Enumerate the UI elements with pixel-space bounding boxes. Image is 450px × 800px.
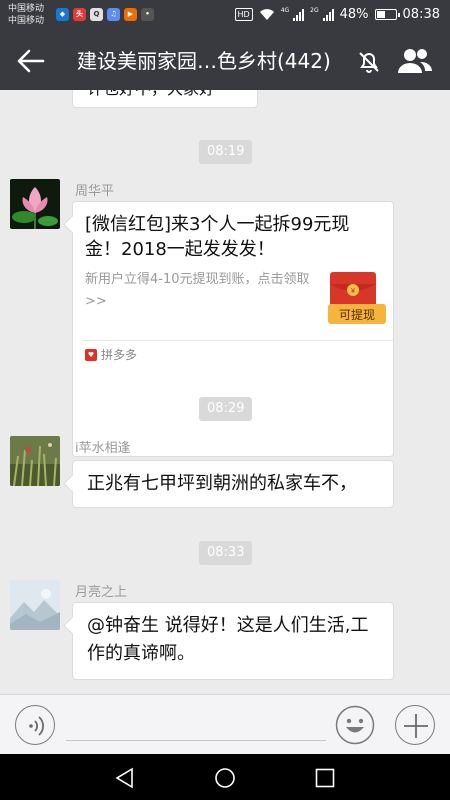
network-tag-2: 2G bbox=[310, 7, 319, 14]
battery-percent: 48% bbox=[339, 7, 369, 22]
input-bar bbox=[0, 694, 450, 754]
status-right: HD 4G 2G 48% 08:38 bbox=[234, 7, 440, 22]
toutiao-icon: 头 bbox=[73, 8, 86, 21]
redpack-label: 可提现 bbox=[338, 308, 375, 322]
chat-header: 建设美丽家园…色乡村(442) bbox=[0, 32, 450, 90]
kuaishou-icon: • bbox=[141, 8, 154, 21]
wifi-icon bbox=[259, 8, 274, 20]
svg-text:¥: ¥ bbox=[351, 287, 356, 295]
timestamp: 08:29 bbox=[199, 397, 253, 421]
clock: 08:38 bbox=[402, 7, 440, 22]
emoji-button-icon[interactable] bbox=[335, 705, 375, 745]
card-source-label: 拼多多 bbox=[101, 348, 138, 362]
video-icon: ▶ bbox=[124, 8, 137, 21]
mute-bell-icon bbox=[359, 52, 379, 73]
signal-icon-1 bbox=[293, 8, 305, 21]
status-bar: 中国移动 中国移动 ◆ 头 Q ♫ ▶ • HD 4G 2G 48% 08:38 bbox=[0, 0, 450, 32]
message-bubble[interactable]: 许也好不，大家好 bbox=[72, 90, 258, 108]
uc-icon: Q bbox=[90, 8, 103, 21]
nav-recents-icon[interactable] bbox=[313, 766, 337, 790]
card-description: 新用户立得4-10元提现到账，点击领取>> bbox=[85, 272, 310, 309]
sender-name: 周华平 bbox=[75, 184, 115, 199]
group-members-icon[interactable] bbox=[396, 46, 434, 76]
card-divider bbox=[83, 340, 393, 341]
message-bubble[interactable]: @钟奋生 说得好！这是人们生活,工作的真谛啊。 bbox=[72, 602, 394, 680]
battery-icon bbox=[374, 9, 400, 20]
system-nav-bar bbox=[0, 754, 450, 800]
notification-icons: ◆ 头 Q ♫ ▶ • bbox=[56, 8, 154, 21]
carrier-2: 中国移动 bbox=[8, 16, 45, 26]
music-icon: ♫ bbox=[107, 8, 120, 21]
pinduoduo-icon: ♥ bbox=[85, 348, 97, 361]
voice-icon bbox=[29, 716, 44, 736]
more-options-button[interactable] bbox=[395, 705, 435, 745]
weibo-icon: ◆ bbox=[56, 8, 69, 21]
carrier-1: 中国移动 bbox=[8, 4, 45, 14]
network-tag-1: 4G bbox=[280, 7, 290, 14]
avatar[interactable] bbox=[10, 580, 60, 630]
avatar[interactable] bbox=[10, 436, 60, 486]
nav-home-icon[interactable] bbox=[213, 766, 237, 790]
message-text: 许也好不，大家好 bbox=[87, 90, 215, 99]
landscape-avatar-image bbox=[10, 580, 60, 630]
card-title: [微信红包]来3个人一起拆99元现金！2018一起发发发！ bbox=[85, 214, 350, 260]
sender-name: i苹水相逢 bbox=[75, 441, 131, 456]
nav-back-icon[interactable] bbox=[113, 766, 137, 790]
voice-input-button[interactable] bbox=[15, 705, 55, 745]
message-text: 正兆有七甲坪到朝洲的私家车不， bbox=[87, 473, 357, 494]
back-arrow-icon[interactable] bbox=[14, 46, 48, 76]
grass-avatar-image bbox=[10, 436, 60, 486]
card-source: ♥ 拼多多 bbox=[85, 346, 137, 363]
plus-icon bbox=[404, 714, 428, 738]
avatar[interactable] bbox=[10, 179, 60, 229]
lotus-avatar-image bbox=[10, 179, 60, 229]
signal-icon-2 bbox=[322, 8, 334, 21]
timestamp: 08:33 bbox=[199, 541, 253, 565]
message-bubble[interactable]: 正兆有七甲坪到朝洲的私家车不， bbox=[72, 460, 394, 508]
message-input[interactable] bbox=[66, 707, 326, 741]
timestamp: 08:19 bbox=[199, 140, 253, 164]
chat-title: 建设美丽家园…色乡村(442) bbox=[77, 49, 331, 73]
carrier-info: 中国移动 中国移动 bbox=[8, 3, 44, 27]
chat-area[interactable]: 许也好不，大家好 08:19 周华平 [微信红包]来3个人一起拆99元现金！20… bbox=[0, 90, 450, 694]
hd-icon: HD bbox=[234, 8, 253, 21]
message-text: @钟奋生 说得好！这是人们生活,工作的真谛啊。 bbox=[87, 615, 369, 664]
sender-name: 月亮之上 bbox=[75, 585, 128, 600]
